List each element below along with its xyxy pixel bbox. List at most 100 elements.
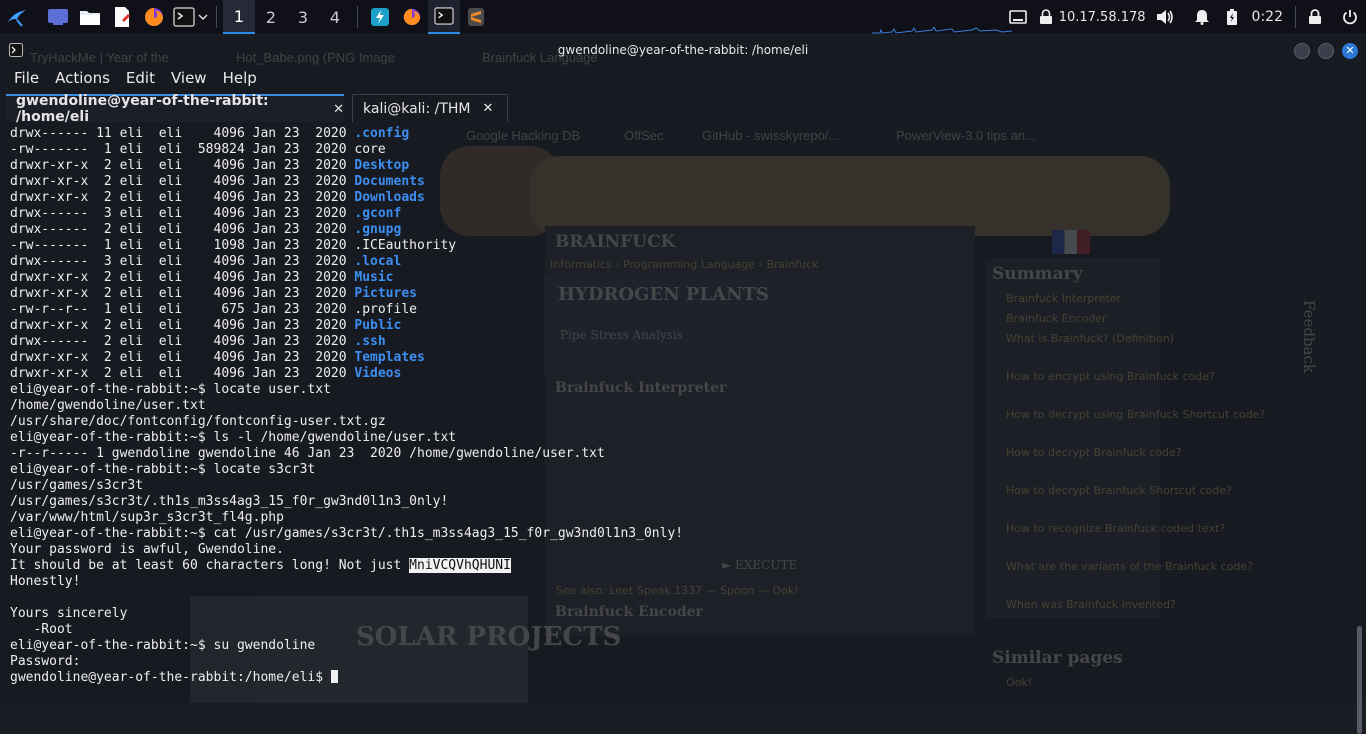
terminal-line: Yours sincerely [10,606,683,622]
file-name: .ICEauthority [354,238,457,253]
directory-name: Videos [354,366,402,381]
line-text: /usr/share/doc/fontconfig/fontconfig-use… [10,414,386,429]
terminal-line: eli@year-of-the-rabbit:~$ locate user.tx… [10,382,683,398]
terminal-line: drwxr-xr-x 2 eli eli 4096 Jan 23 2020 Do… [10,190,683,206]
workspace-3[interactable]: 3 [287,0,319,34]
line-text: drwx------ 3 eli eli 4096 Jan 23 2020 [10,254,355,269]
directory-name: .gnupg [354,222,402,237]
text-cursor [330,670,338,683]
directory-name: .config [354,126,410,141]
notification-bell-icon[interactable] [1194,9,1210,25]
tab-label: kali@kali: /THM [363,100,471,117]
menu-edit[interactable]: Edit [126,69,155,87]
terminal-line: drwxr-xr-x 2 eli eli 4096 Jan 23 2020 Do… [10,174,683,190]
terminal-line: eli@year-of-the-rabbit:~$ su gwendoline [10,638,683,654]
vpn-lock-icon[interactable] [1039,9,1053,25]
battery-icon[interactable] [1226,8,1238,26]
menu-help[interactable]: Help [223,69,257,87]
line-text: eli@year-of-the-rabbit:~$ locate user.tx… [10,382,331,397]
file-name: core [354,142,386,157]
terminal-line: /usr/games/s3cr3t [10,478,683,494]
minimize-button[interactable] [1294,43,1310,59]
terminal-line: eli@year-of-the-rabbit:~$ cat /usr/games… [10,526,683,542]
terminal-scrollbar[interactable] [1357,626,1362,734]
directory-name: Public [354,318,402,333]
terminal-line: -Root [10,622,683,638]
line-text: /usr/games/s3cr3t/.th1s_m3ss4ag3_15_f0r_… [10,494,449,509]
clock[interactable]: 0:22 [1252,9,1283,25]
terminal-line: drwxr-xr-x 2 eli eli 4096 Jan 23 2020 Pi… [10,286,683,302]
terminal-line: /usr/share/doc/fontconfig/fontconfig-use… [10,414,683,430]
terminal-tab-gwendoline[interactable]: gwendoline@year-of-the-rabbit: /home/eli… [6,93,344,125]
terminal-line: drwx------ 3 eli eli 4096 Jan 23 2020 .l… [10,254,683,270]
kali-menu-icon[interactable] [0,0,34,34]
network-graph [872,27,1012,34]
tab-close-icon[interactable]: ✕ [333,102,344,117]
terminal-line: Password: [10,654,683,670]
line-text: drwx------ 2 eli eli 4096 Jan 23 2020 [10,222,355,237]
selected-password-text[interactable]: MniVCQVhQHUNI [409,558,511,573]
directory-name: Templates [354,350,425,365]
terminal-line: -r--r----- 1 gwendoline gwendoline 46 Ja… [10,446,683,462]
tab-label: gwendoline@year-of-the-rabbit: /home/eli [16,93,269,125]
menu-file[interactable]: File [14,69,39,87]
line-text: drwxr-xr-x 2 eli eli 4096 Jan 23 2020 [10,190,355,205]
terminal-line: drwxr-xr-x 2 eli eli 4096 Jan 23 2020 De… [10,158,683,174]
text-editor-icon[interactable] [106,0,138,34]
firefox-icon[interactable] [138,0,170,34]
sublime-task-icon[interactable] [460,0,492,34]
workspace-2[interactable]: 2 [255,0,287,34]
window-titlebar[interactable]: gwendoline@year-of-the-rabbit: /home/eli… [0,36,1366,64]
maximize-button[interactable] [1318,43,1334,59]
line-text: drwxr-xr-x 2 eli eli 4096 Jan 23 2020 [10,270,355,285]
terminal-line: gwendoline@year-of-the-rabbit:/home/eli$ [10,670,683,686]
line-text: -rw------- 1 eli eli 1098 Jan 23 2020 [10,238,355,253]
workspace-1[interactable]: 1 [223,0,255,34]
screenshot-icon[interactable] [1008,9,1027,25]
terminal-line: drwx------ 3 eli eli 4096 Jan 23 2020 .g… [10,206,683,222]
menu-bar: File Actions Edit View Help [0,64,1366,92]
line-text: eli@year-of-the-rabbit:~$ ls -l /home/gw… [10,430,457,445]
terminal-tab-kali[interactable]: kali@kali: /THM ✕ [352,94,508,122]
line-text: Password: [10,654,81,669]
line-text: -rw-r--r-- 1 eli eli 675 Jan 23 2020 [10,302,355,317]
line-text: drwx------ 3 eli eli 4096 Jan 23 2020 [10,206,355,221]
terminal-line: /var/www/html/sup3r_s3cr3t_fl4g.php [10,510,683,526]
panel-separator [216,6,217,28]
firefox-task-icon[interactable] [396,0,428,34]
tab-close-icon[interactable]: ✕ [482,101,493,116]
file-manager-icon[interactable] [74,0,106,34]
terminal-line: drwxr-xr-x 2 eli eli 4096 Jan 23 2020 Te… [10,350,683,366]
line-text: Honestly! [10,574,81,589]
terminal-window: TryHackMe | Year of the Hot_Babe.png (PN… [0,36,1366,734]
window-title: gwendoline@year-of-the-rabbit: /home/eli [557,43,809,57]
panel-separator [1295,6,1296,28]
chevron-down-icon[interactable] [197,13,208,21]
directory-name: .local [354,254,402,269]
menu-actions[interactable]: Actions [55,69,110,87]
show-desktop-icon[interactable] [42,0,74,34]
terminal-line: eli@year-of-the-rabbit:~$ locate s3cr3t [10,462,683,478]
power-icon[interactable] [1342,9,1358,25]
terminal-line: drwxr-xr-x 2 eli eli 4096 Jan 23 2020 Pu… [10,318,683,334]
line-text: Yours sincerely [10,606,128,621]
close-window-button[interactable]: ✕ [1342,43,1358,59]
panel-separator [357,6,358,28]
volume-icon[interactable] [1156,9,1174,25]
directory-name: .gconf [354,206,402,221]
vpn-ip-address: 10.17.58.178 [1058,9,1146,25]
line-text: drwxr-xr-x 2 eli eli 4096 Jan 23 2020 [10,318,355,333]
terminal-task-icon[interactable] [428,0,460,34]
line-text: /home/gwendoline/user.txt [10,398,206,413]
menu-view[interactable]: View [171,69,207,87]
line-text: eli@year-of-the-rabbit:~$ cat /usr/games… [10,526,684,541]
lock-screen-icon[interactable] [1308,9,1322,25]
workspace-4[interactable]: 4 [319,0,351,34]
terminal-output[interactable]: drwx------ 11 eli eli 4096 Jan 23 2020 .… [0,124,1354,703]
burp-task-icon[interactable] [364,0,396,34]
terminal-line: drwx------ 2 eli eli 4096 Jan 23 2020 .g… [10,222,683,238]
line-text: drwxr-xr-x 2 eli eli 4096 Jan 23 2020 [10,286,355,301]
directory-name: Desktop [354,158,410,173]
line-text: It should be at least 60 characters long… [10,558,410,573]
terminal-launcher-icon[interactable] [170,0,210,34]
